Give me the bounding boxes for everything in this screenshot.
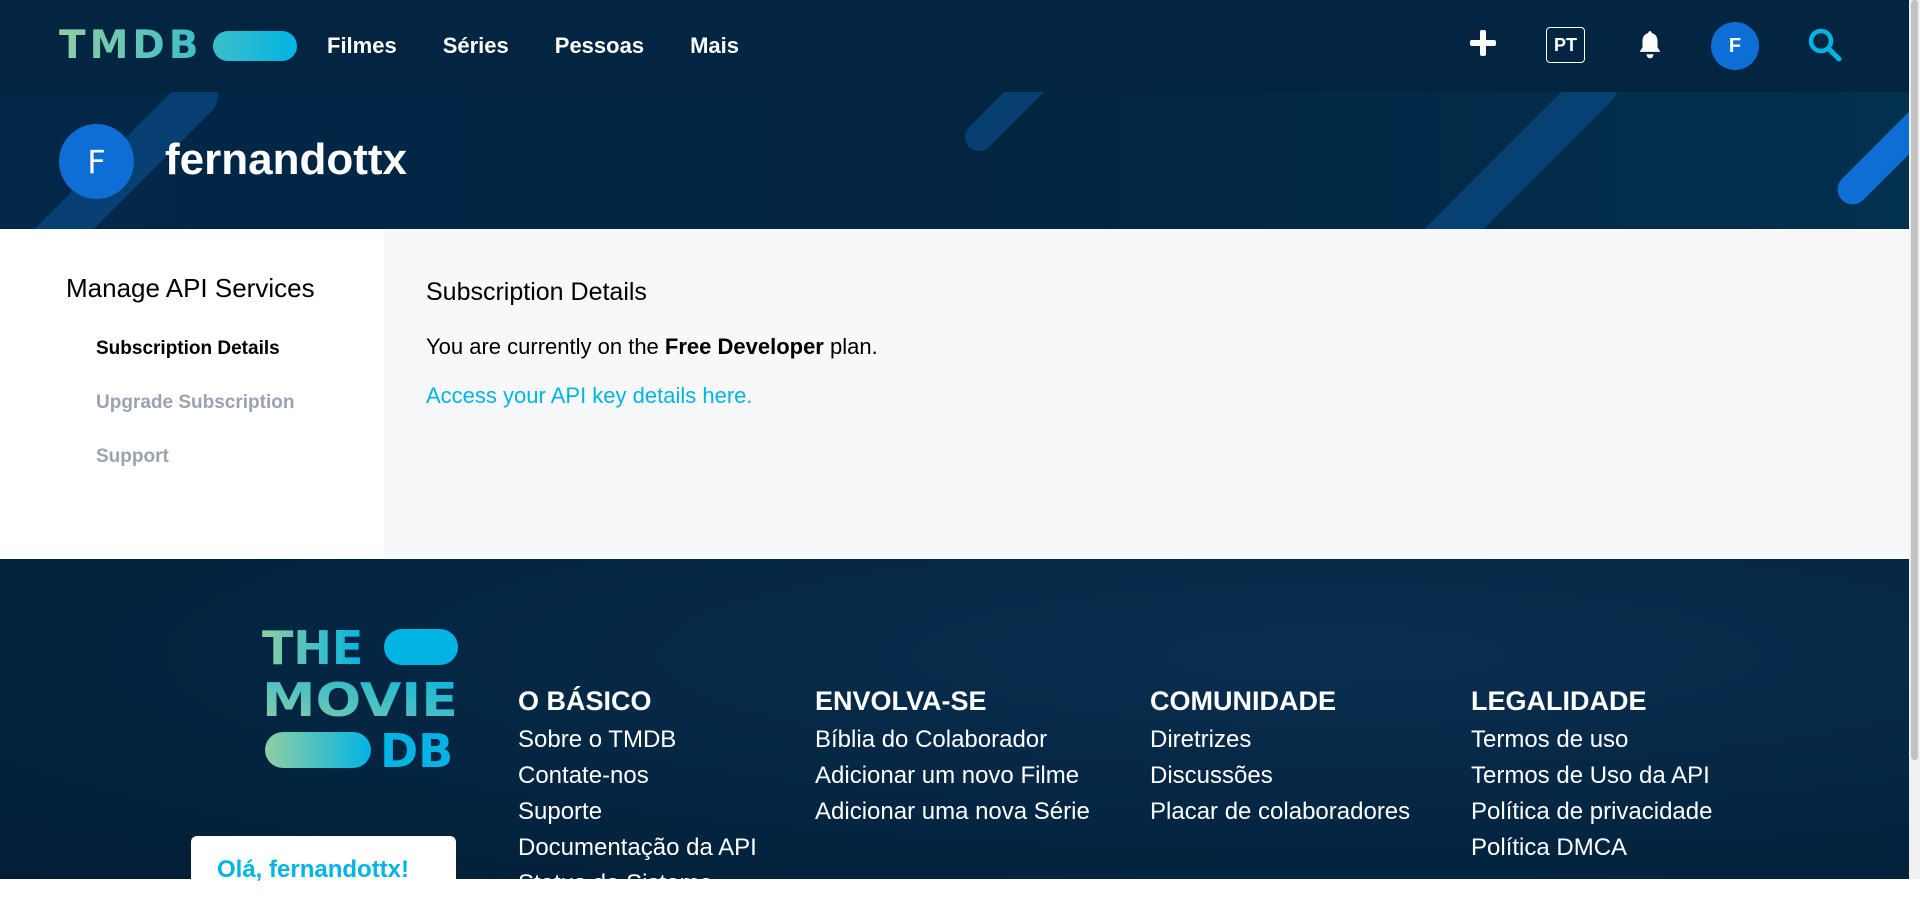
main-menu: Filmes Séries Pessoas Mais [327, 28, 785, 64]
greeting-box[interactable]: Olá, fernandottx! [191, 836, 456, 896]
footer-link[interactable]: Bíblia do Colaborador [815, 722, 1090, 758]
search-icon[interactable] [1808, 28, 1842, 62]
menu-series[interactable]: Séries [443, 28, 509, 64]
user-avatar[interactable]: F [1711, 22, 1759, 70]
footer-link[interactable]: Diretrizes [1150, 722, 1410, 758]
footer-column-title: Envolva-se [815, 686, 987, 716]
footer-link[interactable]: Contate-nos [518, 758, 757, 794]
plan-suffix: plan. [823, 334, 878, 359]
page-scrollbar[interactable] [1909, 0, 1920, 879]
footer-column-legalidade: Legalidade Termos de uso Termos de Uso d… [1471, 684, 1712, 866]
footer-link[interactable]: Termos de uso [1471, 722, 1712, 758]
footer-link[interactable]: Adicionar um novo Filme [815, 758, 1090, 794]
footer-link[interactable]: Política DMCA [1471, 830, 1712, 866]
footer-link[interactable]: Placar de colaboradores [1150, 794, 1410, 830]
sidebar-item-subscription-details[interactable]: Subscription Details [96, 336, 280, 362]
footer-column-title: Comunidade [1150, 686, 1336, 716]
api-sidebar: Manage API Services Subscription Details… [0, 229, 384, 559]
footer-link[interactable]: Discussões [1150, 758, 1410, 794]
section-heading: Subscription Details [426, 278, 647, 306]
footer-column-envolva-se: Envolva-se Bíblia do Colaborador Adicion… [815, 684, 1090, 830]
footer-column-comunidade: Comunidade Diretrizes Discussões Placar … [1150, 684, 1410, 830]
subscription-panel: Subscription Details You are currently o… [384, 229, 1909, 559]
language-button[interactable]: PT [1546, 27, 1585, 63]
sidebar-item-support[interactable]: Support [96, 444, 169, 470]
sidebar-title: Manage API Services [66, 273, 315, 303]
logo-text: TMDB [59, 23, 203, 68]
footer-link[interactable]: Suporte [518, 794, 757, 830]
plan-description: You are currently on the Free Developer … [426, 332, 878, 362]
profile-username[interactable]: fernandottx [165, 132, 407, 188]
profile-banner: F fernandottx [0, 92, 1909, 229]
the-movie-db-logo[interactable]: THE MOVIE DB [262, 624, 462, 774]
top-navigation: TMDB Filmes Séries Pessoas Mais PT F [0, 0, 1909, 92]
plan-prefix: You are currently on the [426, 334, 665, 359]
footer-link[interactable]: Documentação da API [518, 830, 757, 866]
footer-column-basico: O Básico Sobre o TMDB Contate-nos Suport… [518, 684, 757, 902]
footer-link[interactable]: Termos de Uso da API [1471, 758, 1712, 794]
tmdb-logo[interactable]: TMDB [59, 26, 297, 66]
logo-pill [212, 31, 297, 61]
banner-stripe [1831, 92, 1909, 211]
menu-filmes[interactable]: Filmes [327, 28, 397, 64]
logo-pill-bottom [265, 732, 371, 768]
footer-link[interactable]: Status do Sistema [518, 866, 757, 902]
banner-stripe [1413, 92, 1627, 229]
banner-stripe [959, 92, 1071, 157]
logo-line-the: THE [262, 624, 363, 675]
site-footer: THE MOVIE DB Olá, fernandottx! O Básico … [0, 559, 1909, 897]
footer-link[interactable]: Adicionar uma nova Série [815, 794, 1090, 830]
menu-pessoas[interactable]: Pessoas [555, 28, 644, 64]
bell-icon[interactable] [1636, 30, 1664, 60]
logo-line-db: DB [380, 724, 453, 774]
logo-line-movie: MOVIE [262, 673, 458, 727]
plus-icon[interactable] [1470, 30, 1496, 56]
scrollbar-thumb[interactable] [1911, 0, 1918, 760]
menu-mais[interactable]: Mais [690, 28, 739, 64]
footer-link[interactable]: Política de privacidade [1471, 794, 1712, 830]
footer-link[interactable]: Sobre o TMDB [518, 722, 757, 758]
sidebar-item-upgrade-subscription[interactable]: Upgrade Subscription [96, 390, 294, 416]
logo-pill-top [384, 629, 458, 665]
plan-name: Free Developer [664, 334, 824, 359]
footer-column-title: Legalidade [1471, 686, 1647, 716]
api-key-link[interactable]: Access your API key details here. [426, 381, 753, 411]
profile-avatar[interactable]: F [59, 124, 134, 199]
footer-column-title: O Básico [518, 686, 652, 716]
